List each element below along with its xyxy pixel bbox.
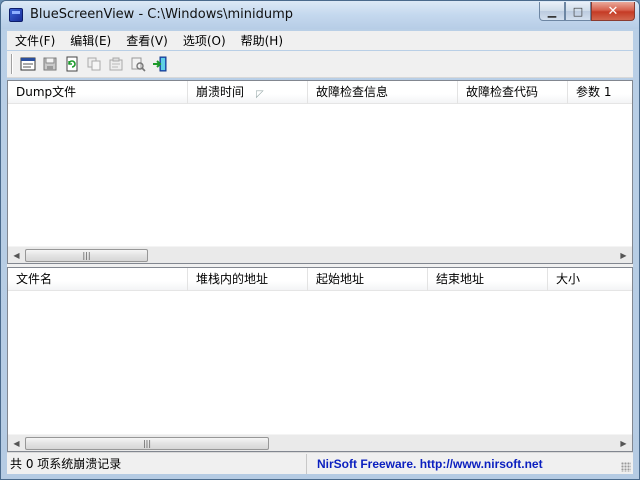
- sort-indicator-icon: ◸: [256, 89, 264, 100]
- copy-icon: [87, 57, 101, 71]
- properties-icon: [109, 57, 123, 71]
- column-crash-time[interactable]: 崩溃时间 ◸: [188, 81, 308, 104]
- toolbar-separator: [11, 54, 13, 74]
- maximize-button[interactable]: □: [565, 2, 591, 21]
- minimize-button[interactable]: ▁: [539, 2, 565, 21]
- menu-bar: 文件(F) 编辑(E) 查看(V) 选项(O) 帮助(H): [7, 31, 633, 50]
- resize-grip-icon[interactable]: [621, 462, 631, 472]
- scroll-thumb[interactable]: |||: [25, 437, 269, 450]
- column-from-address[interactable]: 起始地址: [308, 268, 428, 291]
- menu-edit[interactable]: 编辑(E): [62, 32, 118, 49]
- column-bugcheck-string[interactable]: 故障检查信息: [308, 81, 458, 104]
- driver-list-header: 文件名 堆栈内的地址 起始地址 结束地址 大小: [8, 268, 632, 291]
- scroll-thumb[interactable]: |||: [25, 249, 148, 262]
- window-title: BlueScreenView - C:\Windows\minidump: [30, 7, 294, 22]
- column-dump-file[interactable]: Dump文件: [8, 81, 188, 104]
- properties-button[interactable]: [105, 53, 127, 75]
- toolbar: [7, 51, 633, 78]
- nirsoft-link[interactable]: NirSoft Freeware. http://www.nirsoft.net: [307, 457, 543, 471]
- column-filename[interactable]: 文件名: [8, 268, 188, 291]
- crash-dump-list[interactable]: Dump文件 崩溃时间 ◸ 故障检查信息 故障检查代码 参数 1 ◀ ||| ▶: [7, 80, 633, 264]
- column-size[interactable]: 大小: [548, 268, 632, 291]
- driver-list[interactable]: 文件名 堆栈内的地址 起始地址 结束地址 大小 ◀ ||| ▶: [7, 267, 633, 452]
- title-bar[interactable]: BlueScreenView - C:\Windows\minidump ▁ □…: [1, 1, 639, 29]
- menu-help[interactable]: 帮助(H): [233, 32, 290, 49]
- save-button[interactable]: [39, 53, 61, 75]
- column-bugcheck-code[interactable]: 故障检查代码: [458, 81, 568, 104]
- menu-options[interactable]: 选项(O): [175, 32, 233, 49]
- refresh-button[interactable]: [61, 53, 83, 75]
- lower-horizontal-scrollbar[interactable]: ◀ ||| ▶: [8, 434, 632, 451]
- scroll-right-arrow-icon[interactable]: ▶: [615, 435, 632, 452]
- scroll-right-arrow-icon[interactable]: ▶: [615, 247, 632, 264]
- status-bar: 共 0 项系统崩溃记录 NirSoft Freeware. http://www…: [7, 452, 633, 474]
- crash-dump-list-header: Dump文件 崩溃时间 ◸ 故障检查信息 故障检查代码 参数 1: [8, 81, 632, 104]
- close-button[interactable]: ✕: [591, 2, 635, 21]
- bluescreen-app-icon: [9, 8, 23, 22]
- column-parameter-1[interactable]: 参数 1: [568, 81, 632, 104]
- html-report-button[interactable]: [17, 53, 39, 75]
- exit-icon: [153, 56, 167, 72]
- app-window: BlueScreenView - C:\Windows\minidump ▁ □…: [0, 0, 640, 480]
- copy-button[interactable]: [83, 53, 105, 75]
- scroll-left-arrow-icon[interactable]: ◀: [8, 247, 25, 264]
- upper-horizontal-scrollbar[interactable]: ◀ ||| ▶: [8, 246, 632, 263]
- find-button[interactable]: [127, 53, 149, 75]
- refresh-icon: [66, 56, 78, 72]
- find-icon: [131, 57, 146, 72]
- column-crash-time-label: 崩溃时间: [196, 85, 245, 99]
- scroll-left-arrow-icon[interactable]: ◀: [8, 435, 25, 452]
- html-report-icon: [20, 57, 36, 71]
- exit-button[interactable]: [149, 53, 171, 75]
- status-crash-count: 共 0 项系统崩溃记录: [7, 453, 307, 474]
- column-address-in-stack[interactable]: 堆栈内的地址: [188, 268, 308, 291]
- caption-buttons: ▁ □ ✕: [539, 2, 635, 22]
- menu-view[interactable]: 查看(V): [118, 32, 175, 49]
- save-icon: [43, 57, 57, 71]
- menu-file[interactable]: 文件(F): [7, 32, 62, 49]
- column-to-address[interactable]: 结束地址: [428, 268, 548, 291]
